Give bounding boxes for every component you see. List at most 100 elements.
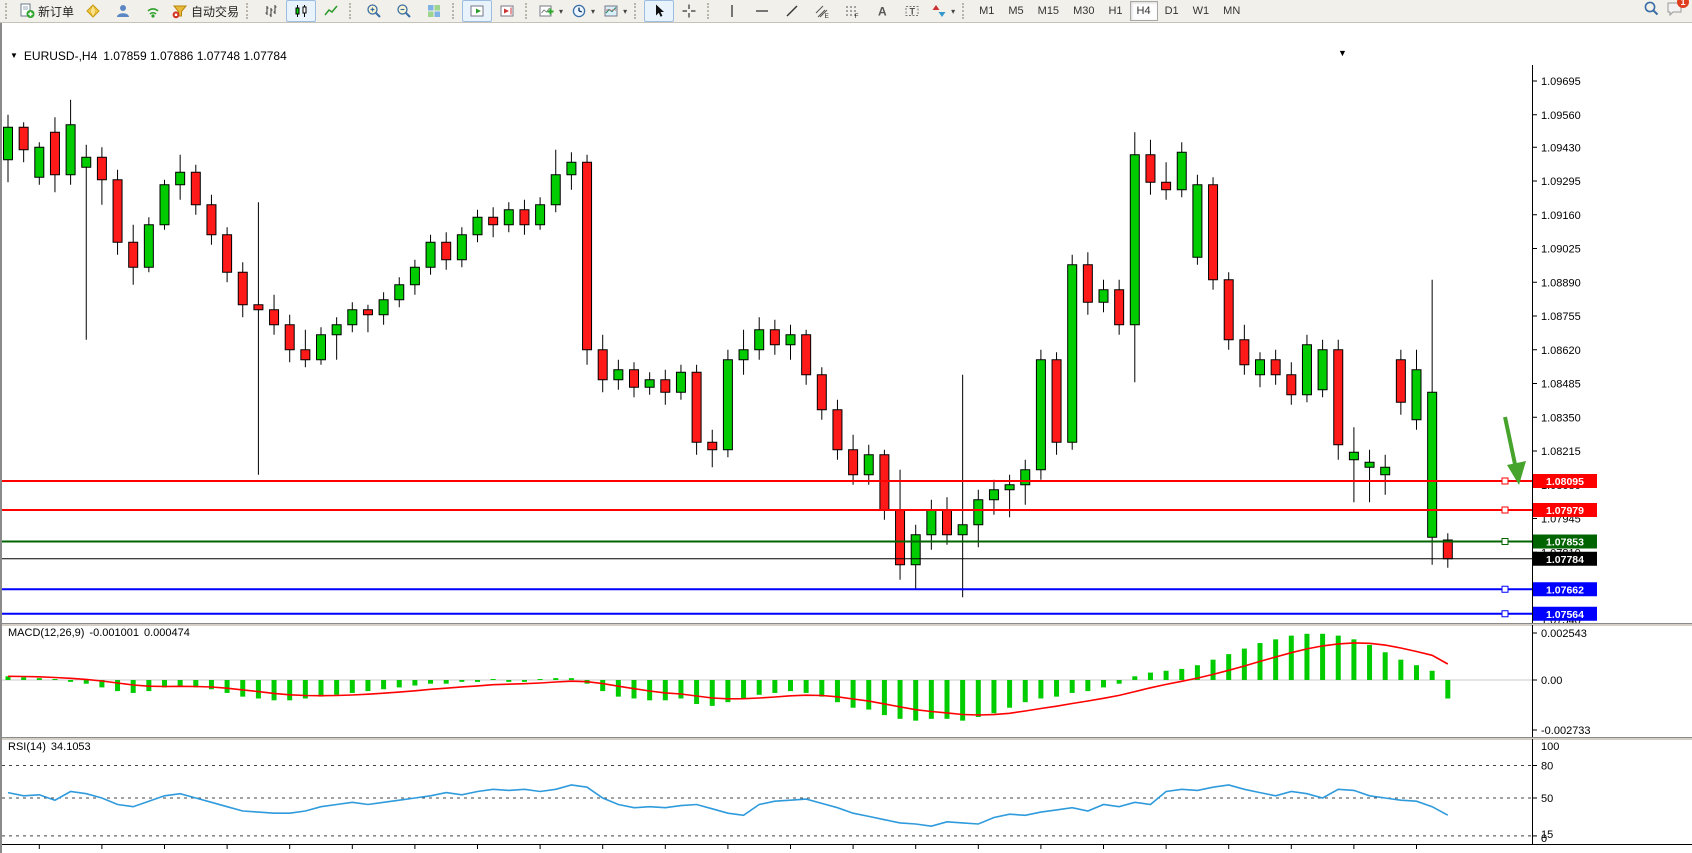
templates-button[interactable]: ▾ xyxy=(599,0,631,22)
market-depth-button[interactable] xyxy=(108,0,138,22)
time-axis[interactable]: 11 Aug 202314 Aug 08:0015 Aug 00:0015 Au… xyxy=(2,844,1692,853)
chevron-down-icon: ▾ xyxy=(591,7,595,16)
toolbar-grip[interactable] xyxy=(349,3,355,19)
fibonacci-icon: F xyxy=(844,3,860,19)
toolbar-grip[interactable] xyxy=(5,3,11,19)
indicators-icon xyxy=(539,3,555,19)
collapse-triangle-icon[interactable]: ▼ xyxy=(10,52,18,60)
chevron-down-icon: ▾ xyxy=(623,7,627,16)
candlestick-chart-button[interactable] xyxy=(286,0,316,22)
horizontal-line-tool-button[interactable] xyxy=(747,0,777,22)
label-tool-button[interactable]: T xyxy=(897,0,927,22)
auto-scroll-button[interactable] xyxy=(462,0,492,22)
timeframe-button-M30[interactable]: M30 xyxy=(1066,1,1101,21)
main-toolbar: 新订单 自动交易 ▾ ▾ ▾ xyxy=(0,0,1692,23)
signals-button[interactable] xyxy=(138,0,168,22)
svg-text:1.07564: 1.07564 xyxy=(1546,609,1584,621)
horizontal-price-lines[interactable]: 1.080951.079791.078531.077841.076621.075… xyxy=(2,474,1597,621)
channel-tool-button[interactable]: E xyxy=(807,0,837,22)
svg-text:0.002543: 0.002543 xyxy=(1541,628,1587,640)
clock-icon xyxy=(571,3,587,19)
line-chart-button[interactable] xyxy=(316,0,346,22)
channel-icon: E xyxy=(814,3,830,19)
svg-text:100: 100 xyxy=(1541,741,1559,753)
chart-title: ▼ EURUSD-,H4 1.07859 1.07886 1.07748 1.0… xyxy=(10,48,287,64)
svg-text:1.09560: 1.09560 xyxy=(1541,110,1581,122)
zoom-in-button[interactable] xyxy=(359,0,389,22)
timeframe-button-W1[interactable]: W1 xyxy=(1186,1,1217,21)
svg-text:1.08890: 1.08890 xyxy=(1541,277,1581,289)
fibonacci-tool-button[interactable]: F xyxy=(837,0,867,22)
mt4-application: 新订单 自动交易 ▾ ▾ ▾ xyxy=(0,0,1692,853)
autotrade-label: 自动交易 xyxy=(191,3,239,20)
crosshair-tool-button[interactable] xyxy=(674,0,704,22)
timeframe-button-H1[interactable]: H1 xyxy=(1101,1,1129,21)
svg-text:80: 80 xyxy=(1541,761,1553,773)
timeframe-group: M1M5M15M30H1H4D1W1MN xyxy=(972,1,1247,21)
svg-text:0.00: 0.00 xyxy=(1541,675,1562,687)
svg-text:1.09025: 1.09025 xyxy=(1541,244,1581,256)
cursor-icon xyxy=(651,3,667,19)
notification-badge: 1 xyxy=(1677,0,1689,8)
chart-shift-marker[interactable]: ▼ xyxy=(1338,49,1347,58)
macd-pane[interactable]: 0.002543 0.00 -0.002733 xyxy=(2,625,1692,737)
arrows-icon xyxy=(931,3,947,19)
chart-shift-icon xyxy=(499,3,515,19)
toolbar-grip[interactable] xyxy=(962,3,968,19)
toolbar-grip[interactable] xyxy=(707,3,713,19)
svg-text:1.09695: 1.09695 xyxy=(1541,76,1581,88)
svg-text:1.07853: 1.07853 xyxy=(1546,537,1584,549)
rsi-pane[interactable]: 1008050150 xyxy=(2,739,1692,844)
svg-text:1.07662: 1.07662 xyxy=(1546,584,1584,596)
timeframe-button-MN[interactable]: MN xyxy=(1216,1,1247,21)
horizontal-line-icon xyxy=(754,3,770,19)
line-chart-icon xyxy=(323,3,339,19)
chart-ohlc-values: 1.07859 1.07886 1.07748 1.07784 xyxy=(103,49,287,63)
text-tool-button[interactable]: A xyxy=(867,0,897,22)
svg-text:A: A xyxy=(878,5,887,19)
shapes-tool-button[interactable]: ▾ xyxy=(927,0,959,22)
svg-text:0: 0 xyxy=(1541,833,1547,844)
toolbar-grip[interactable] xyxy=(634,3,640,19)
periods-button[interactable]: ▾ xyxy=(567,0,599,22)
timeframe-button-M15[interactable]: M15 xyxy=(1031,1,1066,21)
chart-shift-button[interactable] xyxy=(492,0,522,22)
toolbar-grip[interactable] xyxy=(246,3,252,19)
cursor-tool-button[interactable] xyxy=(644,0,674,22)
svg-text:1.09160: 1.09160 xyxy=(1541,210,1581,222)
styler-button[interactable] xyxy=(78,0,108,22)
search-icon[interactable] xyxy=(1643,0,1660,22)
trendline-icon xyxy=(784,3,800,19)
notifications-button[interactable]: 1 xyxy=(1666,0,1684,22)
new-order-button[interactable]: 新订单 xyxy=(15,0,78,22)
zoom-out-button[interactable] xyxy=(389,0,419,22)
zoom-in-icon xyxy=(366,3,382,19)
autotrade-button[interactable]: 自动交易 xyxy=(168,0,243,22)
indicators-button[interactable]: ▾ xyxy=(535,0,567,22)
svg-text:1.08095: 1.08095 xyxy=(1546,476,1584,488)
timeframe-button-M5[interactable]: M5 xyxy=(1001,1,1030,21)
toolbar-grip[interactable] xyxy=(452,3,458,19)
svg-text:1.08350: 1.08350 xyxy=(1541,412,1581,424)
bar-chart-button[interactable] xyxy=(256,0,286,22)
template-icon xyxy=(603,3,619,19)
vertical-line-tool-button[interactable] xyxy=(717,0,747,22)
timeframe-button-M1[interactable]: M1 xyxy=(972,1,1001,21)
toolbar-grip[interactable] xyxy=(525,3,531,19)
svg-text:1.08485: 1.08485 xyxy=(1541,379,1581,391)
candlestick-icon xyxy=(293,3,309,19)
svg-text:1.07979: 1.07979 xyxy=(1546,505,1584,517)
timeframe-button-D1[interactable]: D1 xyxy=(1158,1,1186,21)
text-icon: A xyxy=(874,3,890,19)
zoom-out-icon xyxy=(396,3,412,19)
price-chart-pane[interactable]: 1.096951.095601.094301.092951.091601.090… xyxy=(2,65,1692,623)
svg-text:T: T xyxy=(910,7,916,17)
timeframe-button-H4[interactable]: H4 xyxy=(1130,1,1158,21)
signal-icon xyxy=(145,3,161,19)
rsi-line xyxy=(8,785,1448,826)
down-arrow-annotation[interactable] xyxy=(1505,417,1526,485)
macd-signal-line xyxy=(8,643,1448,715)
trendline-tool-button[interactable] xyxy=(777,0,807,22)
svg-text:-0.002733: -0.002733 xyxy=(1541,725,1591,737)
tile-windows-button[interactable] xyxy=(419,0,449,22)
